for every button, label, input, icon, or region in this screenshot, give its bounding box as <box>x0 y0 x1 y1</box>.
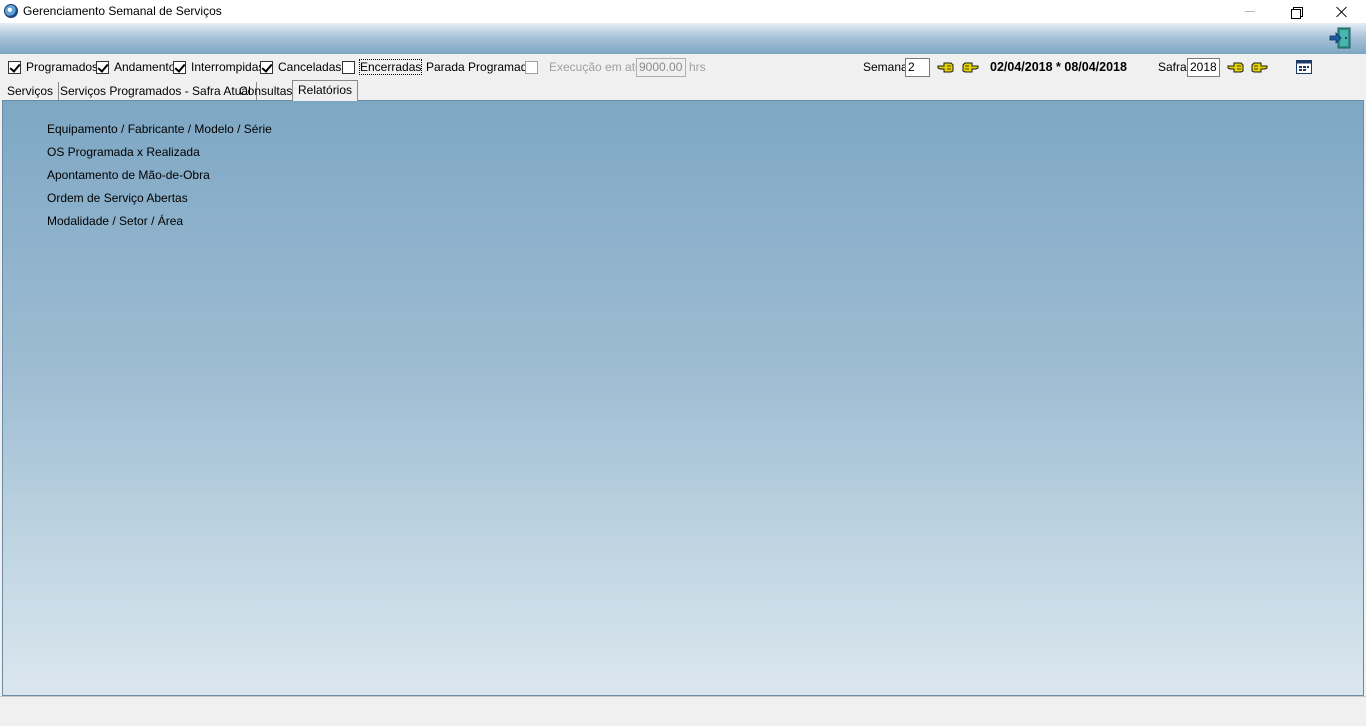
close-button[interactable] <box>1319 0 1365 23</box>
hand-pointing-left-icon[interactable] <box>937 60 955 74</box>
programados-label[interactable]: Programados <box>26 60 98 74</box>
encerradas-checkbox[interactable] <box>342 61 355 74</box>
parada-programada-label[interactable]: Parada Programada <box>426 60 534 74</box>
canceladas-label[interactable]: Canceladas <box>278 60 341 74</box>
tab-servicos-programados[interactable]: Serviços Programados - Safra Atual <box>55 82 257 100</box>
programados-checkbox[interactable] <box>8 61 21 74</box>
header-band <box>0 23 1366 54</box>
parada-programada-checkbox[interactable] <box>525 61 538 74</box>
safra-input[interactable]: 2018 <box>1187 58 1220 77</box>
report-apontamento[interactable]: Apontamento de Mão-de-Obra <box>47 168 210 182</box>
restore-button[interactable] <box>1273 0 1319 23</box>
tab-consultas[interactable]: Consultas <box>234 82 299 100</box>
canceladas-checkbox[interactable] <box>260 61 273 74</box>
app-globe-icon[interactable] <box>4 4 18 18</box>
calendar-icon[interactable] <box>1296 60 1312 74</box>
andamento-checkbox[interactable] <box>96 61 109 74</box>
reports-panel: Equipamento / Fabricante / Modelo / Séri… <box>2 100 1364 696</box>
filter-row: Programados Andamento Interrompidas Canc… <box>0 56 1366 78</box>
safra-label: Safra <box>1158 60 1187 74</box>
hand-pointing-right-icon[interactable] <box>961 60 979 74</box>
status-bar <box>0 696 1366 726</box>
report-modalidade[interactable]: Modalidade / Setor / Área <box>47 214 183 228</box>
execucao-label: Execução em até <box>549 60 642 74</box>
interrompidas-label[interactable]: Interrompidas <box>191 60 264 74</box>
semana-label: Semana <box>863 60 908 74</box>
close-icon <box>1336 6 1348 18</box>
safra-next-hand-icon[interactable] <box>1250 60 1268 74</box>
report-os-programada[interactable]: OS Programada x Realizada <box>47 145 200 159</box>
tab-servicos[interactable]: Serviços <box>2 82 60 100</box>
minimize-icon <box>1245 11 1255 12</box>
andamento-label[interactable]: Andamento <box>114 60 175 74</box>
report-ordem-servico[interactable]: Ordem de Serviço Abertas <box>47 191 188 205</box>
execucao-input[interactable]: 9000.00 <box>636 58 686 77</box>
encerradas-label[interactable]: Encerradas <box>358 59 423 75</box>
exit-door-icon[interactable] <box>1329 27 1353 49</box>
execucao-unit: hrs <box>689 60 706 74</box>
safra-prev-hand-icon[interactable] <box>1227 60 1245 74</box>
interrompidas-checkbox[interactable] <box>173 61 186 74</box>
tab-relatorios[interactable]: Relatórios <box>292 80 359 101</box>
week-date-range: 02/04/2018 * 08/04/2018 <box>990 60 1127 74</box>
window-title: Gerenciamento Semanal de Serviços <box>23 4 222 18</box>
semana-input[interactable]: 2 <box>905 58 930 77</box>
title-bar: Gerenciamento Semanal de Serviços <box>0 0 1366 23</box>
report-equipamento[interactable]: Equipamento / Fabricante / Modelo / Séri… <box>47 122 272 136</box>
restore-icon <box>1291 6 1303 19</box>
minimize-button[interactable] <box>1227 0 1273 23</box>
tab-strip: Serviços Serviços Programados - Safra At… <box>0 80 1366 101</box>
